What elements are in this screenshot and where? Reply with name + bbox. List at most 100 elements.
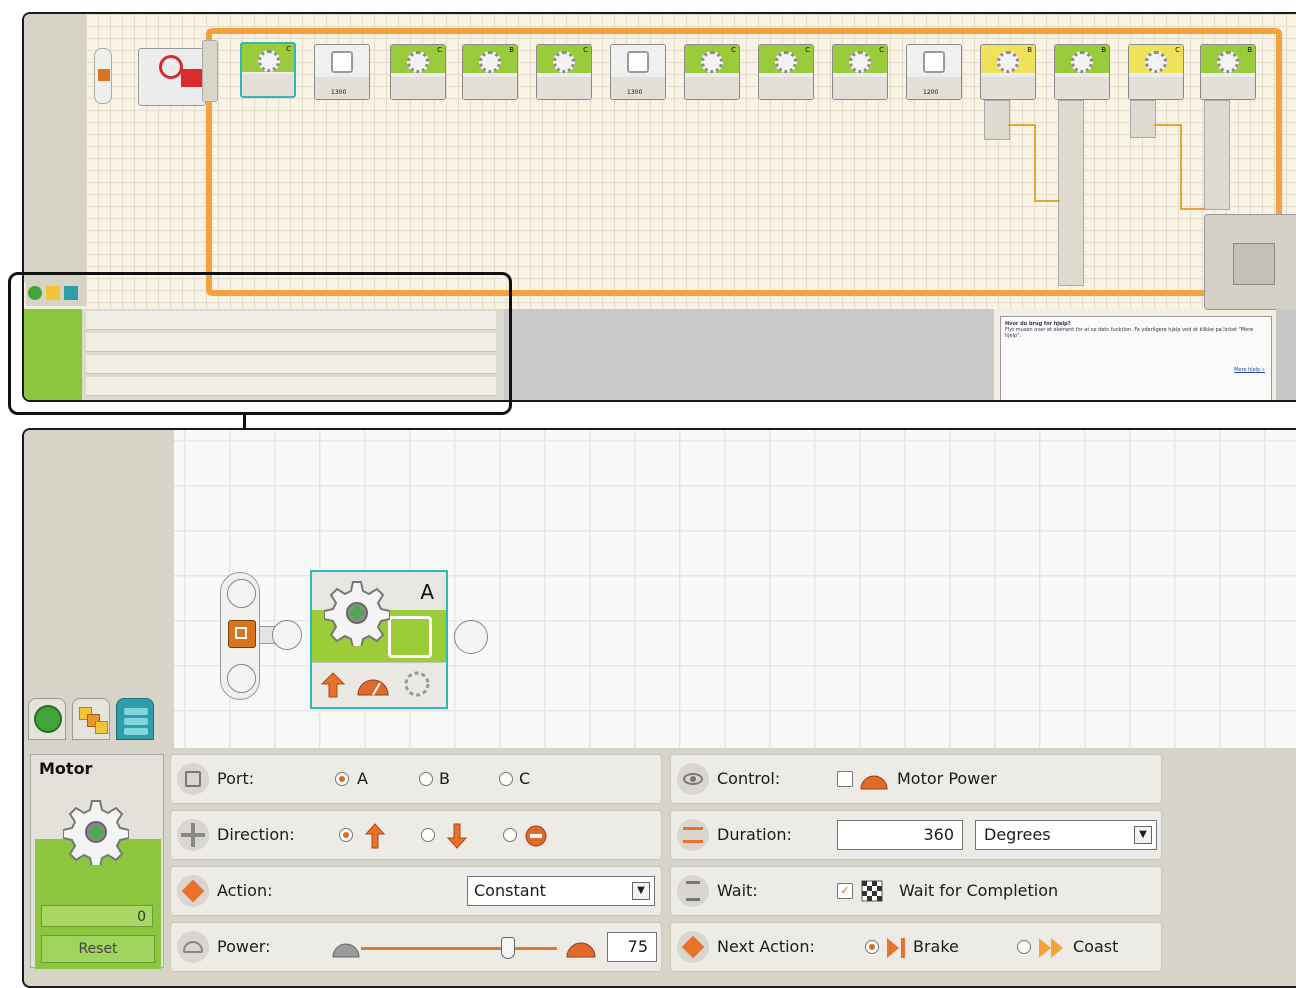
mini-right-side [1276,309,1296,400]
mini-empty-area [504,309,994,400]
control-row: Control: Motor Power [670,754,1162,804]
port-b-label: B [439,769,450,788]
mini-data-wire-stack [1130,100,1156,138]
block-output-connector [454,620,488,654]
mini-help-link[interactable]: Mere hjelp » [1234,367,1265,373]
wait-row: Wait: ✓ Wait for Completion [670,866,1162,916]
power-input[interactable]: 75 [607,932,657,962]
tab-complete-palette[interactable] [72,698,110,740]
mini-help-text: Flyt musen over et element for at se det… [1005,327,1254,339]
tab-common-palette[interactable] [28,698,66,740]
port-label: Port: [217,769,255,788]
mini-data-wire [1008,124,1034,126]
block-summary: Motor 0 Reset [30,754,164,969]
block-input-connector [272,620,302,650]
action-label: Action: [217,881,273,900]
direction-stop-radio[interactable] [503,828,517,842]
mini-data-wire [1180,124,1182,208]
chevron-down-icon: ▼ [1134,826,1152,844]
tab-custom-palette[interactable] [116,698,154,740]
motor-power-label: Motor Power [897,769,997,788]
mini-palette [24,14,86,282]
next-action-label: Next Action: [717,937,815,956]
motor-block[interactable]: A [310,570,448,709]
next-action-icon [677,931,709,963]
rotation-counter: 0 [41,905,153,927]
wait-for-completion-label: Wait for Completion [899,881,1059,900]
direction-reverse-radio[interactable] [421,828,435,842]
action-dropdown[interactable]: Constant ▼ [467,876,655,906]
gear-icon [63,800,129,865]
start-icon [228,620,256,648]
motor-power-checkbox[interactable] [837,771,853,787]
port-a-radio[interactable] [335,772,349,786]
mini-motor-block: C [684,44,740,100]
mini-wait-block: 1300 [314,44,370,100]
checkered-flag-icon [861,880,883,902]
zoomed-view: A Motor 0 Reset Port: A B C Direction: A… [22,428,1296,988]
next-action-row: Next Action: Brake Coast [670,922,1162,972]
highlight-box [8,272,512,415]
port-c-radio[interactable] [499,772,513,786]
coast-icon [1039,938,1063,958]
mini-data-wire [1034,200,1060,202]
mini-stop-block [138,48,206,106]
mini-wait-block: 1200 [906,44,962,100]
arrow-up-icon [320,672,346,698]
stop-icon [525,825,547,847]
mini-motor-block: B [1200,44,1256,100]
wait-label: Wait: [717,881,758,900]
action-icon [177,875,209,907]
mini-motor-block: C [832,44,888,100]
direction-icon [177,819,209,851]
reset-button[interactable]: Reset [41,935,155,963]
direction-forward-radio[interactable] [339,828,353,842]
chevron-down-icon: ▼ [632,882,650,900]
brake-label: Brake [913,937,959,956]
motor-port-label: A [420,580,434,604]
port-b-radio[interactable] [419,772,433,786]
power-row: Power: 75 [170,922,662,972]
mini-loop-start [202,40,218,102]
brake-icon [887,938,905,958]
mini-data-wire-stack [1058,100,1084,286]
mini-motor-block: C [390,44,446,100]
duration-icon [677,819,709,851]
panel-filler [1164,748,1296,968]
duration-unit-dropdown[interactable]: Degrees ▼ [975,820,1157,850]
mini-motor-block: C [536,44,592,100]
mini-motor-block: B [1054,44,1110,100]
power-slider-thumb[interactable] [501,937,515,959]
duration-label: Duration: [717,825,792,844]
mini-wait-block: 1300 [610,44,666,100]
duration-input[interactable]: 360 [837,820,963,850]
duration-unit-value: Degrees [984,825,1051,844]
block-title: Motor [39,759,93,778]
power-icon [177,931,209,963]
start-beam[interactable] [220,572,260,700]
coast-radio[interactable] [1017,940,1031,954]
power-slider-track[interactable] [361,947,557,950]
control-label: Control: [717,769,781,788]
mini-help-box: Hvor du brug for hjelp? Flyt musen over … [1000,316,1272,400]
mini-data-wire-stack [1204,100,1230,210]
gear-icon [324,581,390,646]
power-label: Power: [217,937,271,956]
fast-speed-icon [566,942,596,958]
mini-data-wire [1154,124,1180,126]
direction-row: Direction: [170,810,662,860]
motor-output-icon [388,616,432,658]
arrow-down-icon [447,823,467,849]
wait-for-completion-checkbox[interactable]: ✓ [837,883,853,899]
mini-switch-block: B [980,44,1036,100]
mini-motor-block: B [462,44,518,100]
speedometer-icon [860,775,888,790]
direction-label: Direction: [217,825,295,844]
mini-motor-block: C [758,44,814,100]
brake-radio[interactable] [865,940,879,954]
mini-motor-block: C [240,42,296,98]
eye-icon [677,763,709,795]
arrow-up-icon [365,823,385,849]
mini-navigation-widget [1204,214,1296,310]
mini-data-wire [1034,124,1036,200]
